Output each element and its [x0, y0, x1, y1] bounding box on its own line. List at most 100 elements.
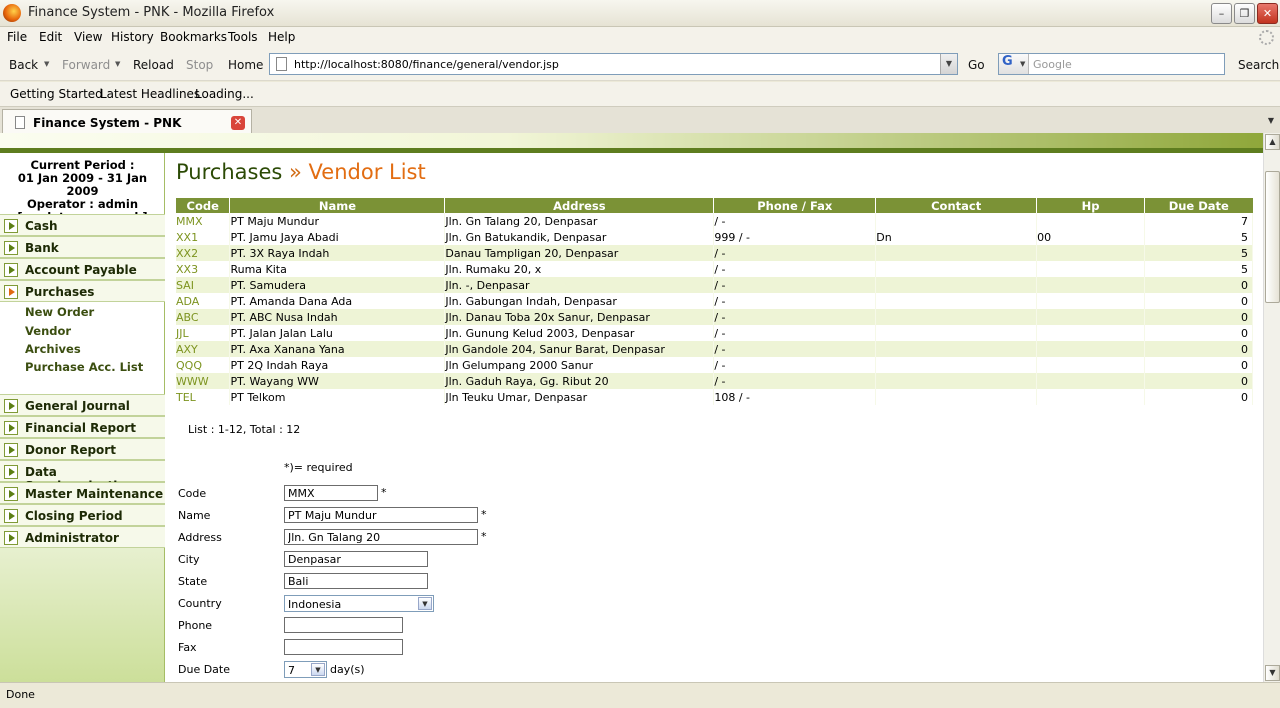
- table-row[interactable]: TEL PT Telkom Jln Teuku Umar, Denpasar 108 …: [176, 389, 1253, 405]
- vendor-code-link[interactable]: XX1: [176, 229, 231, 245]
- sidebar-item-label[interactable]: Cash: [25, 219, 58, 233]
- country-selected-value[interactable]: Indonesia: [288, 598, 341, 611]
- close-tab-icon[interactable]: ✕: [231, 116, 245, 130]
- scrollbar-thumb[interactable]: [1265, 171, 1280, 303]
- minimize-button[interactable]: –: [1211, 3, 1232, 24]
- tab-title[interactable]: Finance System - PNK: [33, 116, 181, 130]
- table-row[interactable]: ABC PT. ABC Nusa Indah Jln. Danau Toba 20x…: [176, 309, 1253, 325]
- vendor-code-link[interactable]: QQQ: [176, 357, 231, 373]
- sidebar-item-bank[interactable]: Bank: [0, 236, 165, 258]
- table-row[interactable]: JJL PT. Jalan Jalan Lalu Jln. Gunung Kelud…: [176, 325, 1253, 341]
- sidebar-item-administrator[interactable]: Administrator: [0, 526, 165, 548]
- sidebar-item-cash[interactable]: Cash: [0, 214, 165, 236]
- sidebar-item-purchases[interactable]: Purchases: [0, 280, 165, 302]
- due-date-selected-value[interactable]: 7: [288, 664, 295, 677]
- forward-button[interactable]: Forward: [62, 58, 110, 72]
- column-header-phone-fax[interactable]: Phone / Fax: [713, 198, 877, 213]
- fax-field[interactable]: [284, 639, 403, 655]
- submenu-purchase-acc-list[interactable]: Purchase Acc. List: [25, 360, 143, 374]
- column-header-due-date[interactable]: Due Date: [1144, 198, 1253, 213]
- table-row[interactable]: WWW PT. Wayang WW Jln. Gaduh Raya, Gg. Rib…: [176, 373, 1253, 389]
- sidebar-item-label[interactable]: Bank: [25, 241, 59, 255]
- bookmark-getting-started[interactable]: Getting Started: [10, 87, 103, 101]
- sidebar-item-label[interactable]: Account Payable: [25, 263, 137, 277]
- menu-edit[interactable]: Edit: [39, 30, 62, 44]
- vendor-code-link[interactable]: WWW: [176, 373, 231, 389]
- vendor-code-link[interactable]: XX3: [176, 261, 231, 277]
- column-header-name[interactable]: Name: [229, 198, 446, 213]
- url-dropdown-icon[interactable]: ▼: [940, 54, 957, 74]
- sidebar-item-donor-report[interactable]: Donor Report: [0, 438, 165, 460]
- phone-field[interactable]: [284, 617, 403, 633]
- close-window-button[interactable]: ✕: [1257, 3, 1278, 24]
- menu-bookmarks[interactable]: Bookmarks: [160, 30, 227, 44]
- scroll-down-icon[interactable]: ▼: [1265, 665, 1280, 681]
- table-row[interactable]: MMX PT Maju Mundur Jln. Gn Talang 20, Denp…: [176, 213, 1253, 229]
- sidebar-item-label[interactable]: Master Maintenance: [25, 487, 163, 501]
- tab-finance-system[interactable]: Finance System - PNK ✕: [2, 109, 252, 134]
- bookmark-loading[interactable]: Loading...: [195, 87, 254, 101]
- table-row[interactable]: XX1 PT. Jamu Jaya Abadi Jln. Gn Batukandik…: [176, 229, 1253, 245]
- address-field[interactable]: [284, 529, 478, 545]
- sidebar-item-master-maintenance[interactable]: Master Maintenance: [0, 482, 165, 504]
- column-header-hp[interactable]: Hp: [1036, 198, 1146, 213]
- chevron-down-icon[interactable]: ▼: [418, 597, 432, 610]
- due-date-select[interactable]: 7 ▼: [284, 661, 327, 678]
- sidebar-item-label[interactable]: Administrator: [25, 531, 119, 545]
- sidebar-item-label[interactable]: Donor Report: [25, 443, 116, 457]
- sidebar-item-general-journal[interactable]: General Journal: [0, 394, 165, 416]
- submenu-vendor[interactable]: Vendor: [25, 324, 71, 338]
- google-search-engine-icon[interactable]: G ▼: [999, 54, 1029, 74]
- maximize-button[interactable]: ❐: [1234, 3, 1255, 24]
- vendor-code-link[interactable]: TEL: [176, 389, 231, 405]
- table-row[interactable]: XX2 PT. 3X Raya Indah Danau Tampligan 20, …: [176, 245, 1253, 261]
- menu-view[interactable]: View: [74, 30, 102, 44]
- column-header-code[interactable]: Code: [176, 198, 231, 213]
- vendor-code-link[interactable]: XX2: [176, 245, 231, 261]
- menu-file[interactable]: File: [7, 30, 27, 44]
- column-header-contact[interactable]: Contact: [875, 198, 1038, 213]
- submenu-new-order[interactable]: New Order: [25, 305, 94, 319]
- home-button[interactable]: Home: [228, 58, 263, 72]
- table-row[interactable]: XX3 Ruma Kita Jln. Rumaku 20, x / - 5: [176, 261, 1253, 277]
- country-select[interactable]: Indonesia ▼: [284, 595, 434, 612]
- state-field[interactable]: [284, 573, 428, 589]
- back-dropdown-icon[interactable]: ▼: [44, 60, 49, 68]
- vendor-code-link[interactable]: ABC: [176, 309, 231, 325]
- sidebar-item-account-payable[interactable]: Account Payable: [0, 258, 165, 280]
- search-button[interactable]: Search: [1238, 58, 1279, 72]
- url-bar[interactable]: http://localhost:8080/finance/general/ve…: [269, 53, 958, 75]
- scroll-up-icon[interactable]: ▲: [1265, 134, 1280, 150]
- sidebar-item-label[interactable]: Financial Report: [25, 421, 136, 435]
- table-row[interactable]: ADA PT. Amanda Dana Ada Jln. Gabungan Inda…: [176, 293, 1253, 309]
- bookmark-latest-headlines[interactable]: Latest Headlines: [100, 87, 200, 101]
- search-box[interactable]: G ▼ Google: [998, 53, 1225, 75]
- reload-button[interactable]: Reload: [133, 58, 174, 72]
- back-button[interactable]: Back: [9, 58, 38, 72]
- chevron-down-icon[interactable]: ▼: [311, 663, 325, 676]
- column-header-address[interactable]: Address: [444, 198, 715, 213]
- url-text[interactable]: http://localhost:8080/finance/general/ve…: [294, 58, 559, 71]
- name-field[interactable]: [284, 507, 478, 523]
- menu-history[interactable]: History: [111, 30, 154, 44]
- sidebar-item-label[interactable]: Closing Period: [25, 509, 123, 523]
- menu-help[interactable]: Help: [268, 30, 295, 44]
- table-row[interactable]: SAI PT. Samudera Jln. -, Denpasar / - 0: [176, 277, 1253, 293]
- sidebar-item-data-synchronization[interactable]: Data Synchronization: [0, 460, 165, 493]
- search-placeholder[interactable]: Google: [1033, 58, 1072, 71]
- menu-tools[interactable]: Tools: [228, 30, 258, 44]
- tab-list-arrow-icon[interactable]: ▼: [1268, 116, 1274, 125]
- vendor-code-link[interactable]: AXY: [176, 341, 231, 357]
- table-row[interactable]: QQQ PT 2Q Indah Raya Jln Gelumpang 2000 Sa…: [176, 357, 1253, 373]
- vertical-scrollbar[interactable]: ▲ ▼: [1263, 133, 1280, 682]
- vendor-code-link[interactable]: ADA: [176, 293, 231, 309]
- sidebar-item-financial-report[interactable]: Financial Report: [0, 416, 165, 438]
- city-field[interactable]: [284, 551, 428, 567]
- sidebar-item-label[interactable]: Purchases: [25, 285, 94, 299]
- sidebar-item-closing-period[interactable]: Closing Period: [0, 504, 165, 526]
- table-row[interactable]: AXY PT. Axa Xanana Yana Jln Gandole 204, S…: [176, 341, 1253, 357]
- forward-dropdown-icon[interactable]: ▼: [115, 60, 120, 68]
- vendor-code-link[interactable]: MMX: [176, 213, 231, 229]
- vendor-code-link[interactable]: SAI: [176, 277, 231, 293]
- vendor-code-link[interactable]: JJL: [176, 325, 231, 341]
